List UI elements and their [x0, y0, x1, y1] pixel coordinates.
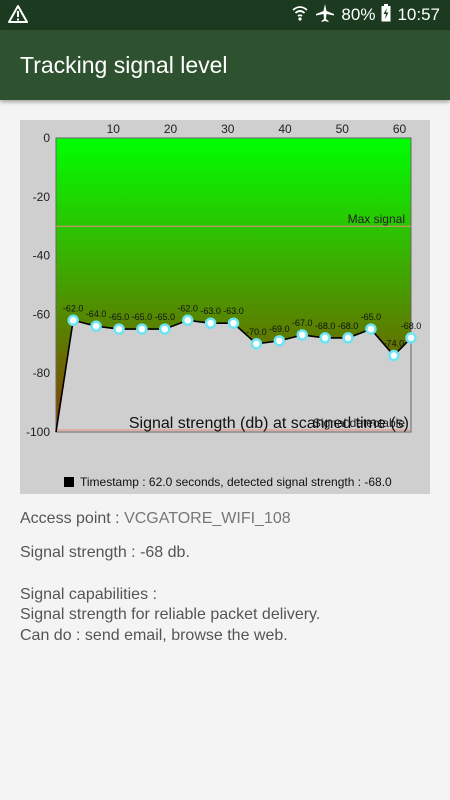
warning-icon: [8, 4, 28, 29]
data-label: -62.0: [63, 303, 84, 313]
app-bar: Tracking signal level: [0, 30, 450, 100]
signal-strength-text: Signal strength : -68 db.: [20, 544, 190, 561]
data-point: [405, 332, 417, 344]
access-point-row: Access point : VCGATORE_WIFI_108: [20, 510, 291, 528]
capabilities-line-2: Can do : send email, browse the web.: [20, 627, 288, 644]
airplane-icon: [315, 3, 335, 28]
data-label: -63.0: [223, 306, 244, 316]
x-tick-label: 60: [393, 122, 407, 136]
data-point: [136, 323, 148, 335]
signal-chart: Max signal Signal detectable -62.0 -64.0 -65…: [20, 120, 430, 494]
page-title: Tracking signal level: [20, 52, 228, 78]
data-point: [296, 329, 308, 341]
capabilities-line-1: Signal strength for reliable packet deli…: [20, 606, 321, 623]
data-label: -70.0: [246, 327, 267, 337]
data-point: [113, 323, 125, 335]
y-tick-label: -100: [26, 425, 50, 439]
data-label: -68.0: [338, 321, 359, 331]
data-label: -69.0: [269, 324, 290, 334]
data-label: -67.0: [292, 318, 313, 328]
data-point: [342, 332, 354, 344]
data-point: [67, 314, 79, 327]
data-label: -62.0: [177, 303, 198, 313]
data-point: [365, 323, 377, 335]
data-label: -74.0: [384, 339, 405, 349]
data-point: [181, 314, 194, 327]
y-tick-label: -60: [33, 307, 51, 321]
y-tick-label: -20: [33, 190, 51, 204]
reference-label-0: Max signal: [348, 212, 405, 226]
x-tick-label: 20: [164, 122, 178, 136]
data-label: -64.0: [86, 309, 107, 319]
battery-percent: 80%: [341, 5, 376, 24]
data-point: [90, 320, 102, 332]
data-point: [204, 317, 217, 329]
chart-canvas: Max signalSignal detectable-62.0-64.0 -65…: [26, 122, 422, 489]
data-label: -63.0: [200, 306, 221, 316]
access-point-label: Access point :: [20, 510, 120, 527]
access-point-value: VCGATORE_WIFI_108: [124, 510, 291, 527]
data-label: -65.0: [109, 312, 130, 322]
data-point: [388, 349, 400, 362]
signal-gradient-area: [56, 138, 411, 432]
data-label: -65.0: [361, 312, 382, 322]
data-point: [273, 335, 286, 347]
y-tick-label: -40: [33, 249, 51, 263]
data-point: [227, 317, 240, 329]
status-bar: 80% 10:57: [0, 0, 450, 30]
chart-title: Signal strength (db) at scanned time (s): [129, 415, 409, 432]
y-tick-label: 0: [43, 131, 50, 145]
x-tick-label: 10: [107, 122, 121, 136]
data-point: [250, 338, 263, 350]
x-tick-label: 30: [221, 122, 235, 136]
clock: 10:57: [397, 5, 440, 24]
legend-text: Timestamp : 62.0 seconds, detected signa…: [80, 475, 392, 489]
x-tick-label: 50: [336, 122, 350, 136]
data-point: [159, 323, 171, 335]
wifi-icon: [291, 4, 309, 27]
data-label: -68.0: [315, 321, 336, 331]
x-tick-label: 40: [278, 122, 292, 136]
data-label: -65.0: [155, 312, 176, 322]
data-label: -65.0: [132, 312, 153, 322]
battery-charging-icon: [381, 3, 391, 27]
y-tick-label: -80: [33, 366, 51, 380]
data-point: [319, 332, 331, 344]
data-label: -68.0: [401, 321, 422, 331]
legend-swatch: [64, 477, 74, 487]
capabilities-title: Signal capabilities :: [20, 586, 157, 603]
